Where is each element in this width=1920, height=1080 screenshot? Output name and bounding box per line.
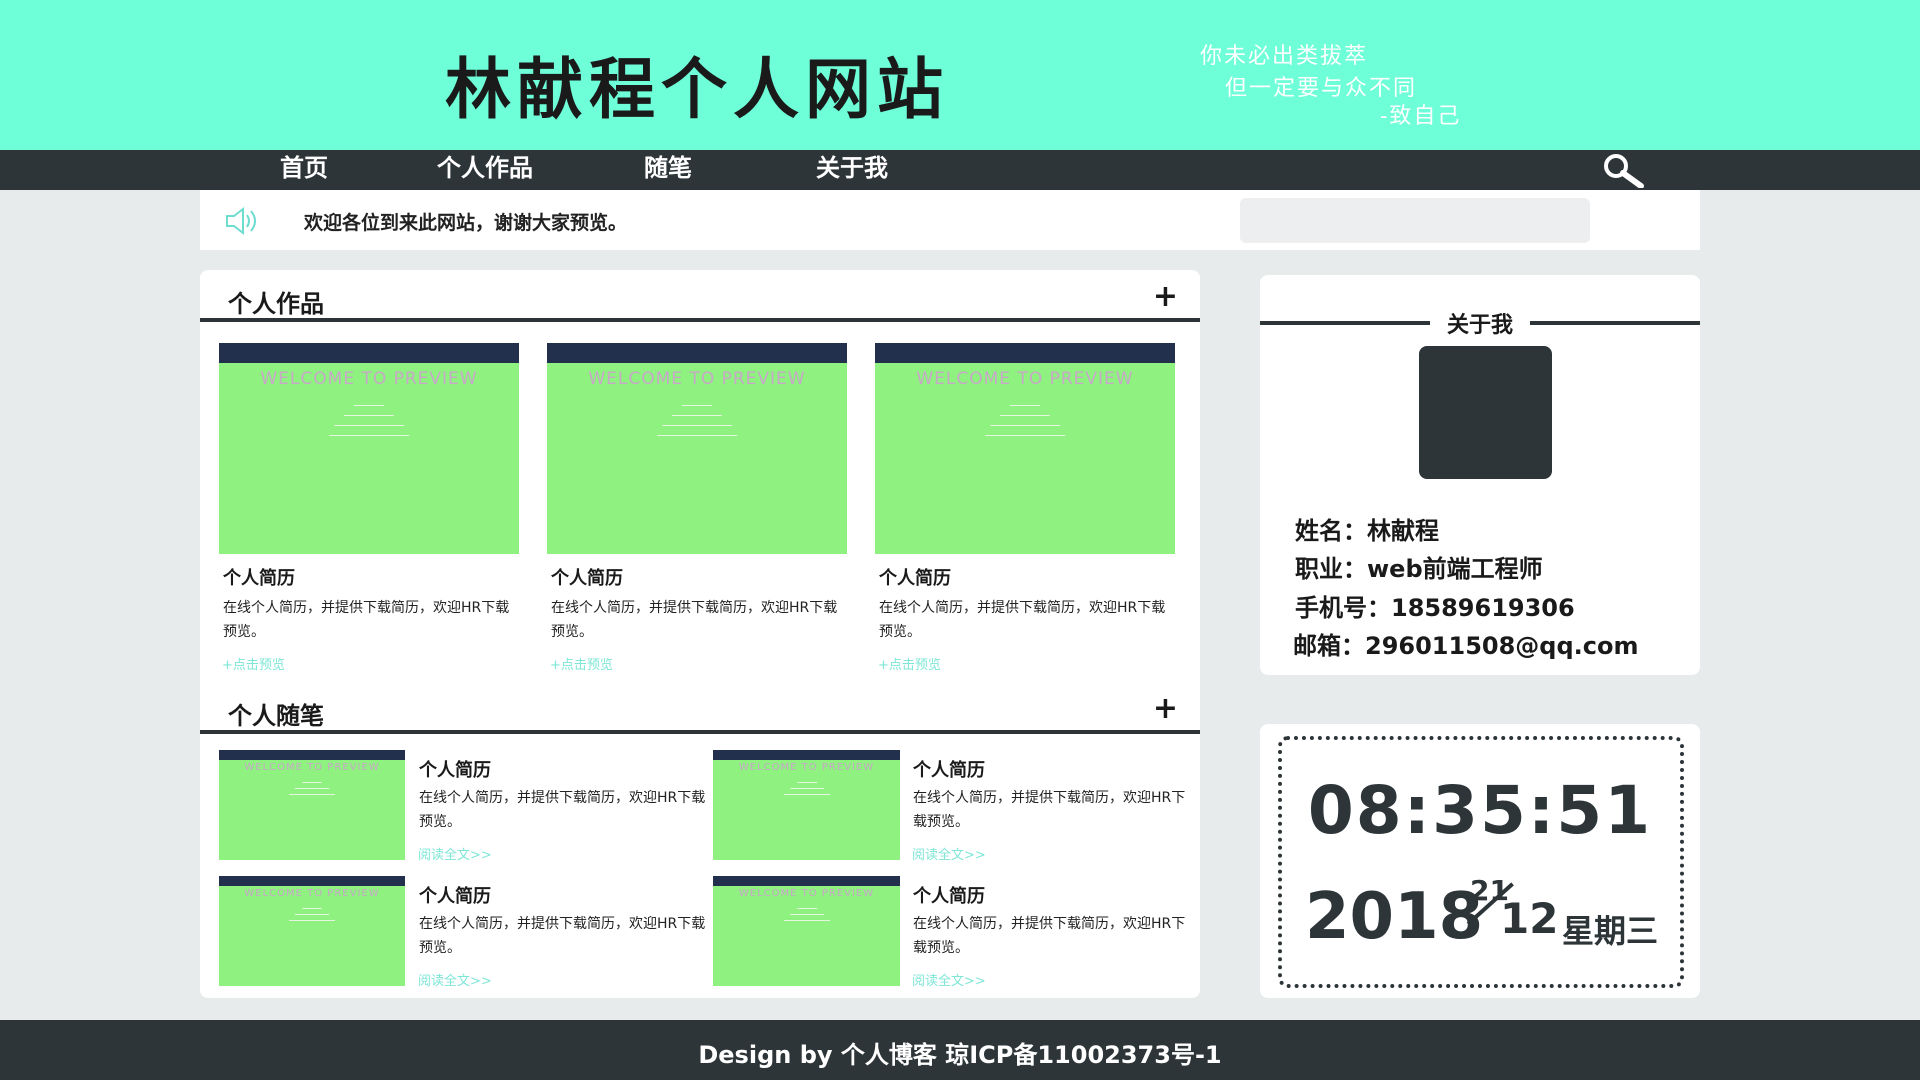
essay-desc: 在线个人简历，并提供下载简历，欢迎HR下载预览。 [419, 790, 706, 830]
work-card-desc: 在线个人简历，并提供下载简历，欢迎HR下载预览。 [551, 600, 838, 640]
motto-line-3: -致自己 [1380, 104, 1462, 129]
thumb-welcome-text: WELCOME TO PREVIEW [260, 369, 478, 389]
work-thumbnail[interactable]: WELCOME TO PREVIEW [219, 343, 519, 554]
essays-section-title: 个人随笔 [228, 702, 324, 730]
work-card-title[interactable]: 个人简历 [879, 564, 951, 590]
essay-title[interactable]: 个人简历 [419, 756, 491, 782]
work-card-desc: 在线个人简历，并提供下载简历，欢迎HR下载预览。 [223, 600, 510, 640]
essay-thumbnail[interactable]: WELCOME TO PREVIEW [713, 876, 900, 986]
about-name: 姓名：林献程 [1295, 517, 1439, 545]
thumb-welcome-text: WELCOME TO PREVIEW [738, 888, 875, 899]
clock-month: 12 [1500, 894, 1559, 943]
essay-title[interactable]: 个人简历 [419, 882, 491, 908]
nav-item-home[interactable]: 首页 [280, 150, 328, 190]
nav-item-works[interactable]: 个人作品 [437, 150, 533, 190]
essay-desc: 在线个人简历，并提供下载简历，欢迎HR下载预览。 [913, 790, 1186, 830]
about-phone: 手机号：18589619306 [1295, 594, 1575, 622]
avatar [1419, 346, 1552, 479]
search-input[interactable] [1240, 198, 1590, 243]
work-thumbnail[interactable]: WELCOME TO PREVIEW [875, 343, 1175, 554]
site-title: 林献程个人网站 [445, 50, 949, 128]
clock-panel: 08:35:51 2018 21 12 星期三 [1260, 724, 1700, 998]
essay-thumbnail[interactable]: WELCOME TO PREVIEW [713, 750, 900, 860]
thumb-welcome-text: WELCOME TO PREVIEW [588, 369, 806, 389]
clock-weekday: 星期三 [1562, 912, 1659, 950]
site-footer: Design by 个人博客 琼ICP备11002373号-1 [0, 1020, 1920, 1080]
clock-time: 08:35:51 [1307, 772, 1653, 849]
speaker-icon [226, 206, 256, 236]
works-section-title: 个人作品 [228, 290, 324, 318]
essay-thumbnail[interactable]: WELCOME TO PREVIEW [219, 876, 405, 986]
essay-thumbnail[interactable]: WELCOME TO PREVIEW [219, 750, 405, 860]
essay-desc: 在线个人简历，并提供下载简历，欢迎HR下载预览。 [419, 916, 706, 956]
site-header: 林献程个人网站 你未必出类拔萃 但一定要与众不同 -致自己 [0, 0, 1920, 150]
thumb-welcome-text: WELCOME TO PREVIEW [916, 369, 1134, 389]
thumb-welcome-text: WELCOME TO PREVIEW [738, 762, 875, 773]
work-card-preview-link[interactable]: +点击预览 [222, 654, 285, 673]
notice-text: 欢迎各位到来此网站，谢谢大家预览。 [304, 212, 628, 234]
nav-item-essays[interactable]: 随笔 [644, 150, 692, 190]
work-card-desc: 在线个人简历，并提供下载简历，欢迎HR下载预览。 [879, 600, 1166, 640]
about-panel: 关于我 姓名：林献程 职业：web前端工程师 手机号：18589619306 邮… [1260, 275, 1700, 675]
work-card-preview-link[interactable]: +点击预览 [550, 654, 613, 673]
thumb-welcome-text: WELCOME TO PREVIEW [244, 762, 380, 773]
work-card-title[interactable]: 个人简历 [223, 564, 295, 590]
essay-desc: 在线个人简历，并提供下载简历，欢迎HR下载预览。 [913, 916, 1186, 956]
nav-item-about[interactable]: 关于我 [816, 150, 888, 190]
essay-title[interactable]: 个人简历 [913, 882, 985, 908]
essays-more-button[interactable]: + [1153, 694, 1178, 724]
about-title: 关于我 [1446, 313, 1513, 338]
works-more-button[interactable]: + [1153, 282, 1178, 312]
main-nav: 首页 个人作品 随笔 关于我 [0, 150, 1920, 190]
work-card-title[interactable]: 个人简历 [551, 564, 623, 590]
essay-read-more-link[interactable]: 阅读全文>> [418, 970, 492, 989]
clock-year: 2018 [1305, 880, 1484, 954]
thumb-welcome-text: WELCOME TO PREVIEW [244, 888, 380, 899]
works-section-header: 个人作品 + [200, 270, 1200, 322]
essay-read-more-link[interactable]: 阅读全文>> [912, 844, 986, 863]
main-content-panel: 个人作品 + WELCOME TO PREVIEW 个人简历 在线个人简历，并提… [200, 270, 1200, 998]
essay-read-more-link[interactable]: 阅读全文>> [418, 844, 492, 863]
about-email: 邮箱：296011508@qq.com [1293, 632, 1639, 660]
essays-section-header: 个人随笔 + [200, 682, 1200, 734]
essay-read-more-link[interactable]: 阅读全文>> [912, 970, 986, 989]
motto-line-1: 你未必出类拔萃 [1200, 44, 1369, 69]
work-thumbnail[interactable]: WELCOME TO PREVIEW [547, 343, 847, 554]
about-job: 职业：web前端工程师 [1295, 555, 1543, 583]
work-card-preview-link[interactable]: +点击预览 [878, 654, 941, 673]
footer-text: Design by 个人博客 琼ICP备11002373号-1 [698, 1041, 1222, 1069]
search-icon[interactable] [1600, 152, 1646, 188]
essay-title[interactable]: 个人简历 [913, 756, 985, 782]
notice-bar: 欢迎各位到来此网站，谢谢大家预览。 [200, 190, 1700, 250]
